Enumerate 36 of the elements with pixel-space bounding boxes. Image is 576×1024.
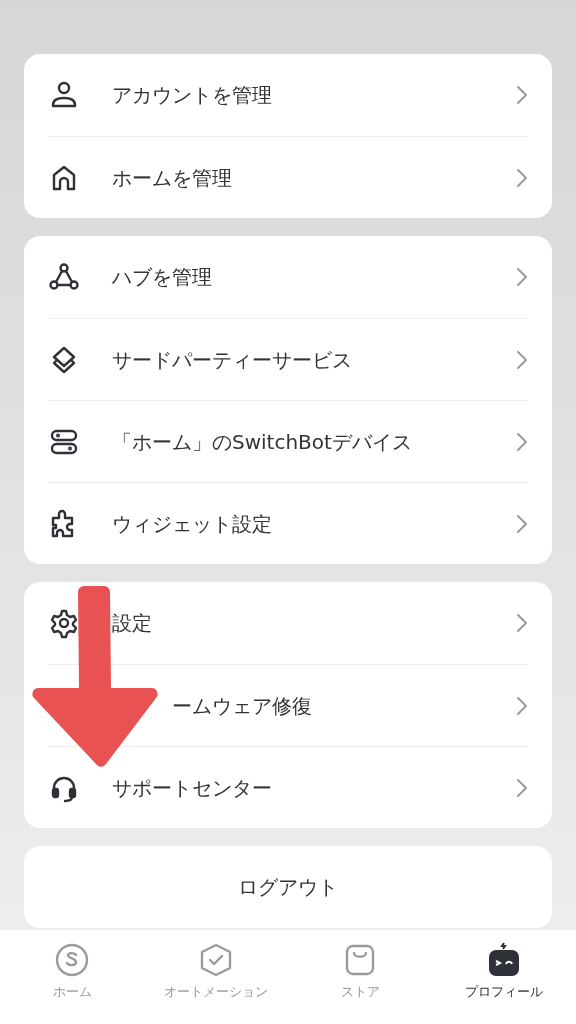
menu-item[interactable]: ウィジェット設定	[48, 482, 528, 564]
hub-icon	[48, 261, 80, 293]
menu-label: サードパーティーサービス	[112, 346, 353, 374]
menu-item[interactable]: サードパーティーサービス	[48, 318, 528, 400]
logout-button[interactable]: ログアウト	[24, 846, 552, 928]
chevron-icon	[516, 267, 528, 287]
menu-item[interactable]: アカウントを管理	[48, 54, 528, 136]
chevron-icon	[516, 777, 528, 798]
chevron-icon	[516, 349, 528, 370]
s-circle-icon	[54, 942, 90, 978]
menu-label: 「ホーム」のSwitchBotデバイス	[112, 428, 413, 456]
menu-item[interactable]: 「ホーム」のSwitchBotデバイス	[48, 400, 528, 482]
menu-label: ウィジェット設定	[112, 510, 273, 538]
menu-label: ハブを管理	[112, 264, 213, 291]
menu-item[interactable]: ホームを管理	[48, 136, 528, 218]
settings-icon	[48, 607, 80, 639]
menu-label: ホームを管理	[112, 164, 233, 192]
menu-item[interactable]: ハブを管理	[48, 236, 528, 318]
tab-label: オートメーション	[164, 983, 268, 1001]
menu-label: アカウントを管理	[112, 82, 273, 109]
chevron-icon	[516, 695, 528, 716]
shield-check-icon	[198, 942, 234, 978]
tab-label: ストア	[340, 983, 380, 1001]
robot-icon	[486, 942, 522, 978]
chevron-icon	[516, 167, 528, 188]
chevron-icon	[516, 431, 528, 452]
tab-label: プロフィール	[465, 983, 543, 1001]
menu-label: ームウェア修復	[172, 692, 313, 720]
chevron-icon	[516, 613, 528, 633]
tab[interactable]: プロフィール	[432, 930, 576, 1024]
chevron-icon	[516, 85, 528, 105]
menu-label: 設定	[112, 610, 153, 637]
chevron-icon	[516, 513, 528, 534]
menu-label: サポートセンター	[112, 774, 273, 802]
tab-label: ホーム	[52, 983, 92, 1001]
menu-item[interactable]: 設定	[48, 582, 528, 664]
